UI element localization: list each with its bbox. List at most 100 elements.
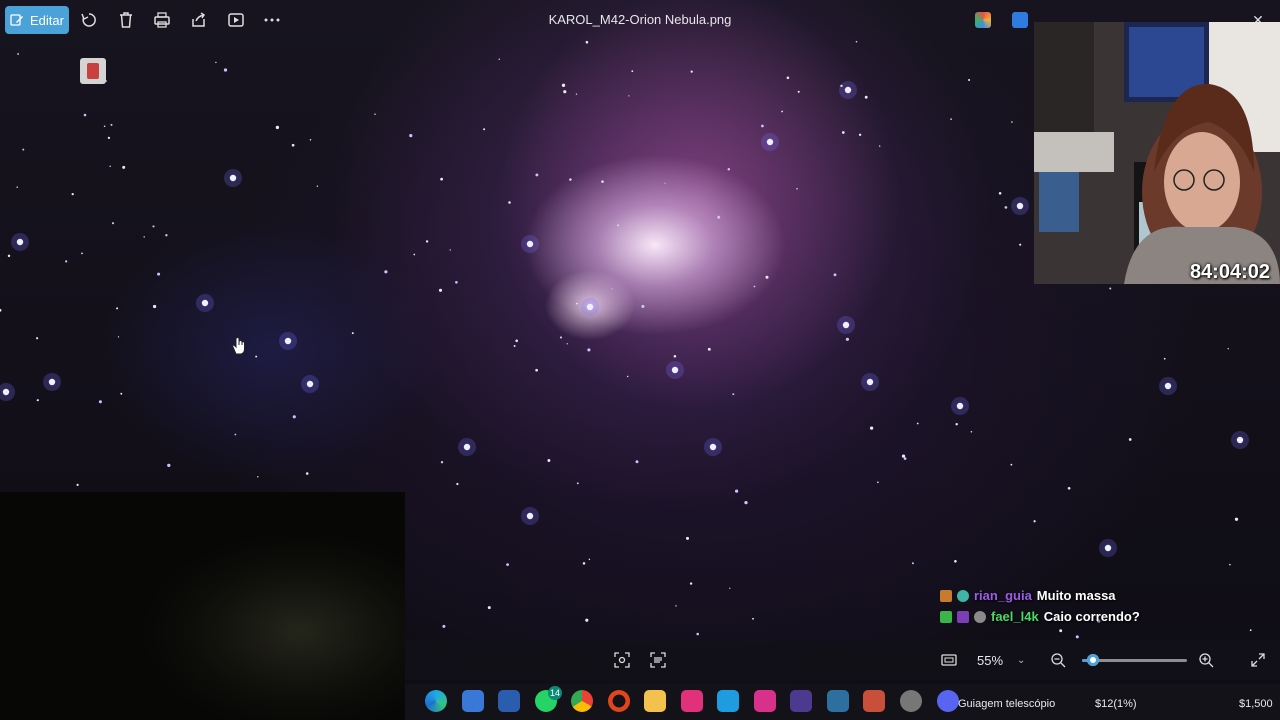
print-icon[interactable] xyxy=(153,11,171,29)
star xyxy=(1163,357,1166,360)
star xyxy=(796,187,798,190)
star xyxy=(1249,629,1252,632)
edit-icon xyxy=(10,14,24,26)
opera-icon[interactable] xyxy=(608,690,630,712)
star xyxy=(858,133,862,137)
star xyxy=(1227,348,1229,350)
star xyxy=(879,145,881,147)
star xyxy=(535,173,539,177)
star xyxy=(671,366,679,374)
star xyxy=(201,299,209,307)
star xyxy=(487,606,491,610)
webcam-overlay: 84:04:02 xyxy=(1034,22,1280,284)
star xyxy=(954,559,957,563)
star xyxy=(956,402,964,410)
more-icon[interactable] xyxy=(263,11,281,29)
star xyxy=(16,186,18,188)
star xyxy=(76,483,79,486)
visual-search-icon[interactable] xyxy=(614,652,630,668)
stream-title: Guiagem telescópio xyxy=(958,698,1056,710)
star xyxy=(1010,463,1013,466)
app-icon[interactable] xyxy=(754,690,776,712)
app-icon[interactable] xyxy=(827,690,849,712)
discord-icon[interactable] xyxy=(937,690,959,712)
star xyxy=(120,392,123,395)
star xyxy=(955,422,958,426)
star xyxy=(351,332,354,335)
star xyxy=(275,125,280,130)
webcam-scene xyxy=(1034,22,1280,284)
zoom-value: 55% xyxy=(977,652,1004,668)
star xyxy=(588,558,591,561)
star xyxy=(641,304,645,308)
donation-amount: $12(1%) xyxy=(1095,698,1137,710)
star xyxy=(1104,544,1112,552)
star xyxy=(229,174,237,182)
copilot-icon[interactable] xyxy=(975,12,991,28)
star xyxy=(729,587,731,589)
delete-icon[interactable] xyxy=(117,11,135,29)
app-icon[interactable] xyxy=(900,690,922,712)
slideshow-icon[interactable] xyxy=(227,11,245,29)
star xyxy=(575,93,578,95)
star xyxy=(152,304,157,309)
star xyxy=(864,95,868,99)
sticky-note-icon[interactable] xyxy=(80,58,106,84)
chat-text: Caio correndo? xyxy=(1043,609,1140,624)
chat-username[interactable]: fael_l4k xyxy=(991,609,1039,624)
star xyxy=(559,336,563,339)
zoom-out-icon[interactable] xyxy=(1050,652,1066,668)
share-icon[interactable] xyxy=(190,11,208,29)
zoom-dropdown[interactable]: 55% ⌄ xyxy=(969,650,1039,670)
fullscreen-icon[interactable] xyxy=(1250,652,1266,668)
star xyxy=(664,182,666,184)
chrome-icon[interactable] xyxy=(571,690,593,712)
whatsapp-badge: 14 xyxy=(548,686,562,700)
star xyxy=(116,307,119,310)
overlay-dark-panel xyxy=(0,492,405,720)
star xyxy=(586,303,594,311)
edit-button[interactable]: Editar xyxy=(5,6,69,34)
star xyxy=(103,125,106,128)
rotate-icon[interactable] xyxy=(80,11,98,29)
star xyxy=(498,58,501,60)
zoom-in-icon[interactable] xyxy=(1198,652,1214,668)
star xyxy=(107,136,111,140)
app-icon[interactable] xyxy=(863,690,885,712)
fit-to-window-icon[interactable] xyxy=(941,652,957,668)
chat-username[interactable]: rian_guia xyxy=(974,588,1032,603)
app-icon[interactable] xyxy=(1012,12,1028,28)
star xyxy=(215,61,217,64)
star xyxy=(601,180,604,183)
star xyxy=(1075,635,1079,639)
star xyxy=(866,378,874,386)
edge-icon[interactable] xyxy=(425,690,447,712)
star xyxy=(442,624,446,628)
star xyxy=(903,457,907,460)
zoom-slider-thumb[interactable] xyxy=(1086,654,1099,666)
star xyxy=(1067,486,1071,490)
text-scan-icon[interactable] xyxy=(650,652,666,668)
star xyxy=(1019,243,1022,246)
star xyxy=(440,177,444,181)
star xyxy=(83,113,87,117)
app-icon[interactable] xyxy=(498,690,520,712)
star xyxy=(950,118,952,120)
star xyxy=(535,368,538,372)
star xyxy=(292,415,296,419)
star xyxy=(255,355,258,358)
star xyxy=(547,459,551,462)
app-icon[interactable] xyxy=(790,690,812,712)
star xyxy=(306,380,314,388)
star xyxy=(765,275,769,279)
star xyxy=(685,536,690,540)
star xyxy=(22,148,25,151)
app-icon[interactable] xyxy=(681,690,703,712)
star xyxy=(143,236,145,238)
folder-icon[interactable] xyxy=(644,690,666,712)
app-icon[interactable] xyxy=(717,690,739,712)
star xyxy=(17,53,19,55)
star xyxy=(291,143,295,147)
star xyxy=(707,347,711,351)
store-icon[interactable] xyxy=(462,690,484,712)
